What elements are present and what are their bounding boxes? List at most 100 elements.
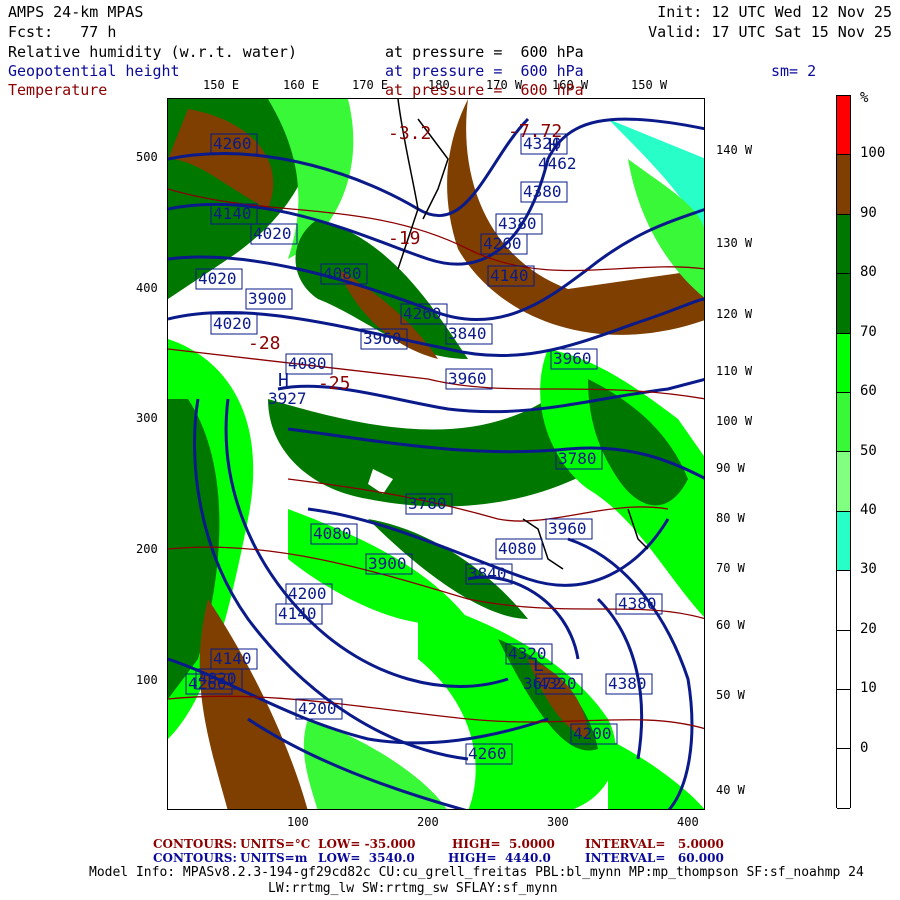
hgt-contours-high: HIGH= 4440.0 <box>448 851 551 865</box>
bottom-axis-label: 400 <box>677 815 699 829</box>
temp-contours-high: HIGH= 5.0000 <box>452 837 555 851</box>
model-info-physics: LW:rrtmg_lw SW:rrtmg_sw SFLAY:sf_mynn <box>268 881 558 896</box>
height-contour-label: 4260 <box>468 744 507 763</box>
temperature-contour-label: -25 <box>318 373 351 394</box>
colorbar-bin <box>837 333 850 394</box>
height-contour-label: 4140 <box>213 649 252 668</box>
field-temp-name: Temperature <box>8 81 108 99</box>
field-hgt-level: at pressure = 600 hPa <box>385 62 584 80</box>
field-hgt-name: Geopotential height <box>8 62 180 80</box>
colorbar-tick-label: 20 <box>860 620 877 637</box>
right-longitude-label: 130 W <box>716 236 753 250</box>
right-longitude-label: 140 W <box>716 143 753 157</box>
top-longitude-label: 150 W <box>631 78 668 92</box>
hgt-contours-label: CONTOURS: <box>153 851 237 865</box>
right-longitude-label: 80 W <box>716 511 745 525</box>
height-contour-label: 4200 <box>573 724 612 743</box>
right-longitude-label: 40 W <box>716 783 745 797</box>
colorbar-bin <box>837 690 850 750</box>
humidity-colorbar <box>836 95 851 809</box>
height-contour-label: 4200 <box>288 584 327 603</box>
hgt-contours-interval: INTERVAL= 60.000 <box>585 851 724 865</box>
height-contour-label: 3840 <box>448 324 487 343</box>
height-contour-label: 3900 <box>368 554 407 573</box>
left-axis-label: 500 <box>136 150 158 164</box>
init-time: Init: 12 UTC Wed 12 Nov 25 <box>657 3 892 21</box>
right-longitude-label: 50 W <box>716 688 745 702</box>
height-contour-label: 3780 <box>558 449 597 468</box>
colorbar-tick-label: 90 <box>860 204 877 221</box>
field-temp-level: at pressure = 600 hPa <box>385 81 584 99</box>
valid-time: Valid: 17 UTC Sat 15 Nov 25 <box>648 23 892 41</box>
colorbar-tick-label: 30 <box>860 561 877 578</box>
colorbar-bin <box>837 155 850 215</box>
height-contour-label: 4080 <box>313 524 352 543</box>
colorbar-bin <box>837 749 850 809</box>
height-contour-label: 4380 <box>618 594 657 613</box>
hgt-contours-units: UNITS=m <box>240 851 308 865</box>
height-contour-label: 4140 <box>213 204 252 223</box>
colorbar-tick-label: 80 <box>860 264 877 281</box>
right-longitude-label: 90 W <box>716 461 745 475</box>
extremum-type: H <box>278 370 289 391</box>
colorbar-bin <box>837 393 850 453</box>
model-info: Model Info: MPASv8.2.3-194-gf29cd82c CU:… <box>89 865 864 880</box>
right-longitude-label: 120 W <box>716 307 753 321</box>
height-contour-label: 4080 <box>288 354 327 373</box>
colorbar-bin <box>837 571 850 631</box>
height-contour-label: 4260 <box>483 234 522 253</box>
height-contour-label: 4260 <box>403 304 442 323</box>
colorbar-tick-label: 40 <box>860 501 877 518</box>
weather-map: 4260 4140 4020 4020 4020 4080 3900 3960 4080 4260… <box>167 98 705 810</box>
left-axis-label: 100 <box>136 673 158 687</box>
colorbar-tick-label: 0 <box>860 739 869 756</box>
temp-contours-units: UNITS=°C <box>240 837 311 851</box>
colorbar-tick-label: 100 <box>860 145 886 162</box>
height-contour-label: 3780 <box>408 494 447 513</box>
height-contour-label: 4380 <box>608 674 647 693</box>
height-contour-label: 4020 <box>198 269 237 288</box>
temperature-contour-label: -7.72 <box>508 121 562 142</box>
bottom-axis-label: 300 <box>547 815 569 829</box>
height-contour-label: 4020 <box>213 314 252 333</box>
height-contour-label: 4080 <box>498 539 537 558</box>
hgt-contours-low: LOW= 3540.0 <box>318 851 415 865</box>
height-contour-label: 4260 <box>213 134 252 153</box>
height-contour-label: 3960 <box>548 519 587 538</box>
colorbar-tick-label: 60 <box>860 383 877 400</box>
right-longitude-label: 60 W <box>716 618 745 632</box>
map-field-layer: 4260414040204020402040803900396040804260… <box>168 99 704 809</box>
colorbar-bin <box>837 214 850 275</box>
colorbar-bin <box>837 274 850 334</box>
colorbar-bin <box>837 630 850 691</box>
smoothing-label: sm= 2 <box>771 62 817 80</box>
colorbar-unit: % <box>860 90 869 106</box>
right-longitude-label: 110 W <box>716 364 753 378</box>
height-contour-label: 3900 <box>248 289 287 308</box>
height-contour-label: 4140 <box>490 266 529 285</box>
temp-contours-interval: INTERVAL= 5.0000 <box>585 837 724 851</box>
top-longitude-label: 170 E <box>352 78 389 92</box>
temperature-contour-label: -3.2 <box>388 123 431 144</box>
left-axis-label: 200 <box>136 542 158 556</box>
height-contour-label: 4200 <box>298 699 337 718</box>
colorbar-tick-label: 70 <box>860 323 877 340</box>
bottom-axis-label: 200 <box>417 815 439 829</box>
temperature-contour-label: -19 <box>388 228 421 249</box>
colorbar-tick-label: 10 <box>860 680 877 697</box>
temp-contours-label: CONTOURS: <box>153 837 237 851</box>
top-longitude-label: 160 E <box>283 78 320 92</box>
height-contour-label: 4020 <box>253 224 292 243</box>
height-contour-label: 3960 <box>363 329 402 348</box>
temperature-contour-label: -28 <box>248 333 281 354</box>
extremum-value: 3927 <box>268 389 307 408</box>
temp-contours-low: LOW= -35.000 <box>318 837 416 851</box>
bottom-axis-label: 100 <box>287 815 309 829</box>
height-contour-label: 4380 <box>523 182 562 201</box>
colorbar-bin <box>837 452 850 512</box>
height-contour-label: 3960 <box>448 369 487 388</box>
extremum-value: 4462 <box>538 154 577 173</box>
colorbar-bin <box>837 96 850 156</box>
right-longitude-label: 70 W <box>716 561 745 575</box>
extremum-value: 3672 <box>523 674 562 693</box>
